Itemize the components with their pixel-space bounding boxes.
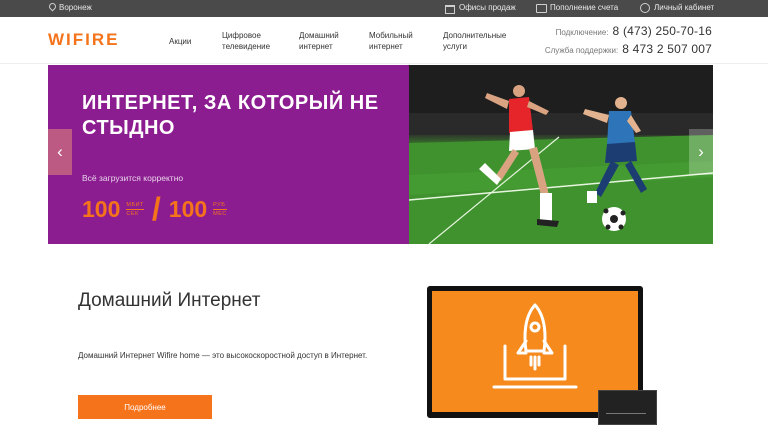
nav-item-additional-services[interactable]: Дополнительные услуги bbox=[443, 30, 513, 52]
user-icon bbox=[640, 3, 650, 13]
support-phone[interactable]: 8 473 2 507 007 bbox=[622, 42, 712, 56]
support-info: Служба поддержки: 8 473 2 507 007 bbox=[545, 42, 712, 56]
support-label: Служба поддержки: bbox=[544, 46, 619, 55]
chevron-left-icon: ‹ bbox=[57, 142, 63, 161]
banner-prev-arrow[interactable]: ‹ bbox=[48, 129, 72, 175]
top-bar: Воронеж Офисы продаж Пополнение счета Ли… bbox=[0, 0, 768, 17]
speed-unit-top: МБИТ bbox=[126, 202, 144, 210]
connect-info: Подключение: 8 (473) 250-70-16 bbox=[556, 24, 712, 38]
speed-value: 100 bbox=[82, 196, 121, 222]
page-title: Домашний Интернет bbox=[78, 290, 261, 311]
speed-unit: МБИТ СЕК bbox=[126, 201, 144, 218]
account-label: Личный кабинет bbox=[654, 3, 715, 12]
logo[interactable]: WIFIRE bbox=[48, 30, 120, 50]
offices-label: Офисы продаж bbox=[459, 3, 516, 12]
banner-next-arrow[interactable]: › bbox=[689, 129, 713, 175]
city-label: Воронеж bbox=[59, 3, 92, 12]
topup-label: Пополнение счета bbox=[550, 3, 619, 12]
more-details-button[interactable]: Подробнее bbox=[78, 395, 212, 419]
speed-unit-bottom: СЕК bbox=[126, 211, 139, 217]
banner-football-image bbox=[409, 65, 713, 244]
nav-item-digital-tv[interactable]: Цифровое телевидение bbox=[222, 30, 280, 52]
offer-divider: / bbox=[151, 191, 161, 227]
page-description: Домашний Интернет Wifire home — это высо… bbox=[78, 351, 368, 360]
price-unit-top: РУБ bbox=[213, 202, 227, 210]
connect-phone[interactable]: 8 (473) 250-70-16 bbox=[613, 24, 712, 38]
banner-subtitle: Всё загрузится корректно bbox=[82, 173, 184, 183]
price-unit-bottom: МЕС bbox=[213, 211, 227, 217]
chevron-right-icon: › bbox=[698, 142, 704, 161]
price-unit: РУБ МЕС bbox=[213, 201, 227, 218]
banner-text-panel: ИНТЕРНЕТ, ЗА КОТОРЫЙ НЕ СТЫДНО Всё загру… bbox=[48, 65, 409, 244]
location-pin-icon bbox=[48, 3, 55, 12]
card-icon bbox=[536, 3, 547, 13]
banner-headline: ИНТЕРНЕТ, ЗА КОТОРЫЙ НЕ СТЫДНО bbox=[82, 92, 379, 139]
connect-label: Подключение: bbox=[555, 28, 609, 37]
nav-item-mobile-internet[interactable]: Мобильный интернет bbox=[369, 30, 417, 52]
price-value: 100 bbox=[168, 196, 208, 222]
football-players-illustration bbox=[409, 65, 713, 244]
promo-banner[interactable]: ИНТЕРНЕТ, ЗА КОТОРЫЙ НЕ СТЫДНО Всё загру… bbox=[48, 65, 713, 244]
city-selector[interactable]: Воронеж bbox=[48, 3, 92, 12]
nav-item-home-internet[interactable]: Домашний интернет bbox=[299, 30, 347, 52]
main-header: WIFIRE Акции Цифровое телевидение Домашн… bbox=[0, 17, 768, 64]
router-device bbox=[598, 390, 657, 425]
account-link[interactable]: Личный кабинет bbox=[640, 3, 715, 13]
shop-icon bbox=[445, 3, 455, 14]
topup-link[interactable]: Пополнение счета bbox=[536, 3, 619, 13]
offices-link[interactable]: Офисы продаж bbox=[445, 3, 516, 14]
banner-offer: 100 МБИТ СЕК / 100 РУБ МЕС bbox=[82, 191, 227, 228]
